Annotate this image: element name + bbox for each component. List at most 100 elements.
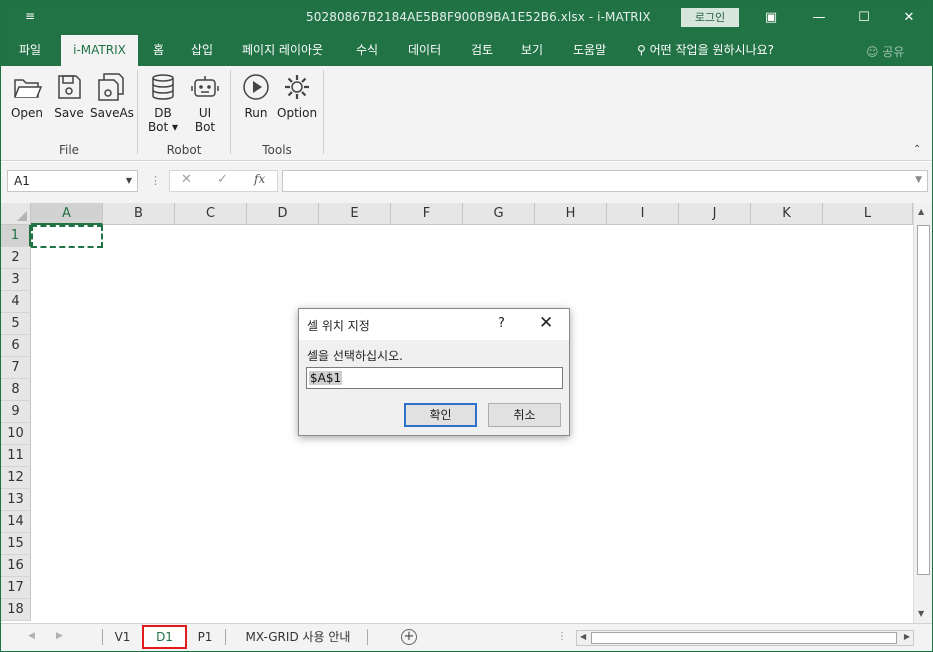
next-sheet-icon[interactable]: ▶ [56,631,63,641]
row-header-14[interactable]: 14 [1,511,31,533]
db-bot-label: DB [154,106,172,120]
open-button[interactable]: Open [9,72,45,120]
ribbon-display-options-icon[interactable]: ▣ [761,8,781,28]
tab-review[interactable]: 검토 [463,35,501,66]
row-header-3[interactable]: 3 [1,269,31,291]
column-header-l[interactable]: L [823,203,913,225]
horizontal-scroll-thumb[interactable] [591,632,897,644]
select-all-button[interactable] [1,203,31,225]
customize-qat-icon[interactable]: ≡ [25,9,35,23]
column-header-f[interactable]: F [391,203,463,225]
tools-group-label: Tools [262,143,292,157]
horizontal-scrollbar[interactable]: ◀ ▶ [576,630,914,646]
help-icon[interactable]: ? [498,316,505,331]
column-header-b[interactable]: B [103,203,175,225]
option-button[interactable]: Option [277,72,317,120]
save-as-icon [98,73,124,101]
column-header-g[interactable]: G [463,203,535,225]
ui-bot-button[interactable]: UI Bot [189,72,221,134]
row-header-15[interactable]: 15 [1,533,31,555]
column-header-h[interactable]: H [535,203,607,225]
tab-i-matrix[interactable]: i-MATRIX [61,35,138,67]
add-sheet-icon[interactable]: + [401,629,417,645]
tab-formulas[interactable]: 수식 [348,35,386,66]
scroll-down-icon[interactable]: ▼ [918,609,924,618]
column-header-a[interactable]: A [31,203,103,225]
expand-formula-bar-icon[interactable]: ▼ [915,175,922,185]
column-header-c[interactable]: C [175,203,247,225]
tab-home[interactable]: 홈 [145,35,172,66]
row-header-4[interactable]: 4 [1,291,31,313]
minimize-icon[interactable]: — [809,8,829,28]
scroll-up-icon[interactable]: ▲ [918,207,924,216]
vertical-scrollbar[interactable]: ▲ ▼ [913,203,932,623]
row-header-5[interactable]: 5 [1,313,31,335]
sheet-tab-p1[interactable]: P1 [189,625,221,649]
sheet-tab-bar: ◀ ▶ V1 D1 P1 MX-GRID 사용 안내 + ⋮ ◀ ▶ [1,623,932,651]
tab-split-grip-icon[interactable]: ⋮ [557,631,567,642]
ribbon-tabs: 파일 i-MATRIX 홈 삽입 페이지 레이아웃 수식 데이터 검토 보기 도… [1,35,932,67]
column-header-e[interactable]: E [319,203,391,225]
ribbon-separator [230,70,231,154]
database-icon [152,74,174,100]
cancel-entry-icon[interactable]: ✕ [181,172,192,187]
sheet-tab-d1[interactable]: D1 [142,625,187,649]
close-window-icon[interactable]: ✕ [899,8,919,28]
dialog-title-bar[interactable]: 셀 위치 지정 ? ✕ [299,309,569,340]
save-as-button[interactable]: SaveAs [90,72,134,120]
row-header-13[interactable]: 13 [1,489,31,511]
scroll-right-icon[interactable]: ▶ [904,632,910,641]
active-cell-a1[interactable] [31,225,103,248]
row-header-12[interactable]: 12 [1,467,31,489]
confirm-entry-icon[interactable]: ✓ [217,172,228,187]
login-button[interactable]: 로그인 [681,8,739,27]
scroll-left-icon[interactable]: ◀ [580,632,586,641]
cancel-button[interactable]: 취소 [488,403,561,427]
chevron-down-icon[interactable]: ▼ [126,171,132,191]
open-label: Open [10,106,44,120]
row-header-17[interactable]: 17 [1,577,31,599]
tab-data[interactable]: 데이터 [400,35,449,66]
row-header-1[interactable]: 1 [1,225,31,247]
tab-help[interactable]: 도움말 [565,35,614,66]
vertical-scroll-thumb[interactable] [917,225,930,575]
tab-page-layout[interactable]: 페이지 레이아웃 [234,35,331,66]
row-header-9[interactable]: 9 [1,401,31,423]
column-header-d[interactable]: D [247,203,319,225]
tab-insert[interactable]: 삽입 [183,35,221,66]
share-button[interactable]: ☺ 공유 [866,43,904,60]
column-header-j[interactable]: J [679,203,751,225]
name-box[interactable]: A1 ▼ [7,170,138,192]
ribbon-separator [137,70,138,154]
run-button[interactable]: Run [241,72,271,120]
maximize-icon[interactable]: ☐ [854,8,874,28]
sheet-tab-mx-grid-guide[interactable]: MX-GRID 사용 안내 [231,625,365,649]
prev-sheet-icon[interactable]: ◀ [28,631,35,641]
tab-file[interactable]: 파일 [11,35,49,66]
cell-reference-input[interactable]: $A$1 [306,367,563,389]
row-header-6[interactable]: 6 [1,335,31,357]
row-header-11[interactable]: 11 [1,445,31,467]
row-header-18[interactable]: 18 [1,599,31,621]
row-header-16[interactable]: 16 [1,555,31,577]
column-header-i[interactable]: I [607,203,679,225]
cell-location-dialog: 셀 위치 지정 ? ✕ 셀을 선택하십시오. $A$1 확인 취소 [298,308,570,436]
column-header-k[interactable]: K [751,203,823,225]
tell-me-search[interactable]: ⚲ 어떤 작업을 원하시나요? [629,35,782,66]
save-button[interactable]: Save [53,72,85,120]
row-header-10[interactable]: 10 [1,423,31,445]
row-header-8[interactable]: 8 [1,379,31,401]
row-header-7[interactable]: 7 [1,357,31,379]
tab-view[interactable]: 보기 [513,35,551,66]
row-header-2[interactable]: 2 [1,247,31,269]
ui-bot-label-2: Bot [194,120,216,134]
ok-button[interactable]: 확인 [404,403,477,427]
collapse-ribbon-icon[interactable]: ⌃ [913,144,921,155]
cell-reference-value: $A$1 [309,371,343,385]
db-bot-button[interactable]: DB Bot ▾ [146,72,180,134]
formula-input[interactable]: ▼ [282,170,928,192]
close-icon[interactable]: ✕ [539,313,553,333]
insert-function-icon[interactable]: fx [254,172,265,186]
sheet-tab-separator [367,629,368,645]
sheet-tab-v1[interactable]: V1 [105,625,140,649]
